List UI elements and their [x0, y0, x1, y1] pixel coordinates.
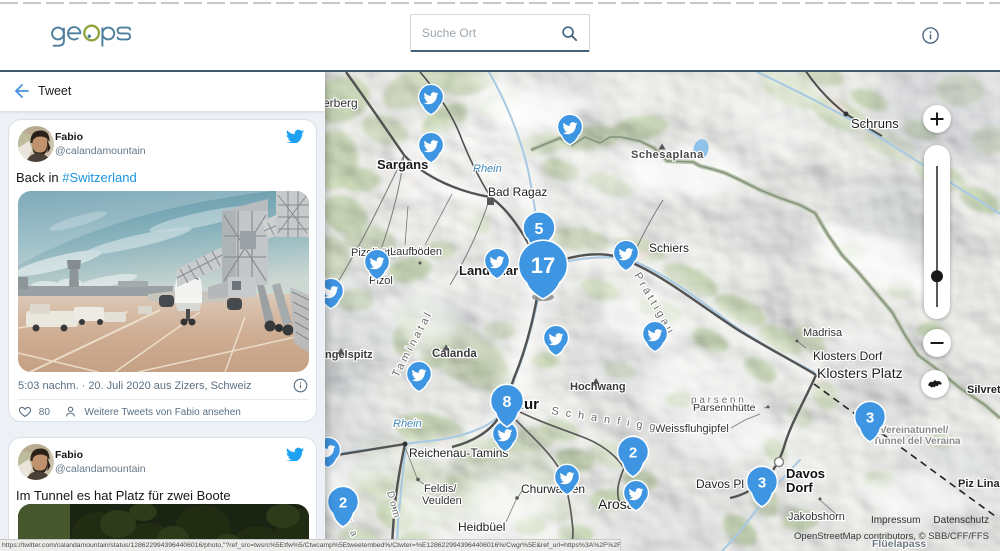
- svg-text:Calanda: Calanda: [432, 348, 477, 360]
- svg-text:Rhein: Rhein: [473, 163, 502, 175]
- svg-text:Bad Ragaz: Bad Ragaz: [488, 185, 547, 199]
- svg-text:17: 17: [531, 253, 555, 278]
- svg-text:Sargans: Sargans: [377, 157, 428, 172]
- svg-text:Schruns: Schruns: [851, 116, 899, 131]
- svg-text:Madrisa: Madrisa: [803, 327, 843, 339]
- svg-text:Schiers: Schiers: [649, 241, 689, 255]
- svg-text:2: 2: [629, 444, 637, 461]
- svg-text:Silvret: Silvret: [967, 384, 1000, 396]
- svg-text:Feldis/: Feldis/: [424, 483, 457, 495]
- svg-text:Reichenau-Tamins: Reichenau-Tamins: [409, 446, 508, 460]
- svg-text:Parsennhütte: Parsennhütte: [693, 402, 756, 414]
- svg-text:Rhein: Rhein: [393, 418, 422, 430]
- svg-text:3: 3: [758, 474, 766, 491]
- svg-text:ngelspitz: ngelspitz: [325, 349, 373, 361]
- svg-text:Heidbüel: Heidbüel: [458, 520, 505, 534]
- svg-text:3: 3: [866, 409, 874, 426]
- svg-text:Laufböden: Laufböden: [390, 246, 442, 258]
- svg-text:Davos: Davos: [786, 466, 825, 481]
- svg-text:2: 2: [339, 494, 347, 511]
- svg-text:erberg: erberg: [325, 96, 358, 110]
- svg-text:Piz Linar: Piz Linar: [958, 478, 1000, 490]
- svg-text:Vereinatunnel/: Vereinatunnel/: [880, 425, 949, 436]
- svg-text:Tunnel del Veraina: Tunnel del Veraina: [873, 436, 961, 447]
- svg-text:Davos Pl: Davos Pl: [696, 477, 744, 491]
- svg-text:8: 8: [503, 394, 512, 411]
- svg-text:Klosters Dorf: Klosters Dorf: [813, 349, 883, 363]
- svg-text:Veulden: Veulden: [422, 495, 462, 507]
- svg-text:Weissfluhgipfel: Weissfluhgipfel: [655, 423, 729, 435]
- svg-text:Klosters Platz: Klosters Platz: [817, 365, 903, 381]
- svg-text:Dorf: Dorf: [786, 480, 813, 495]
- svg-text:Schesaplana: Schesaplana: [631, 149, 704, 161]
- svg-text:5: 5: [535, 221, 544, 238]
